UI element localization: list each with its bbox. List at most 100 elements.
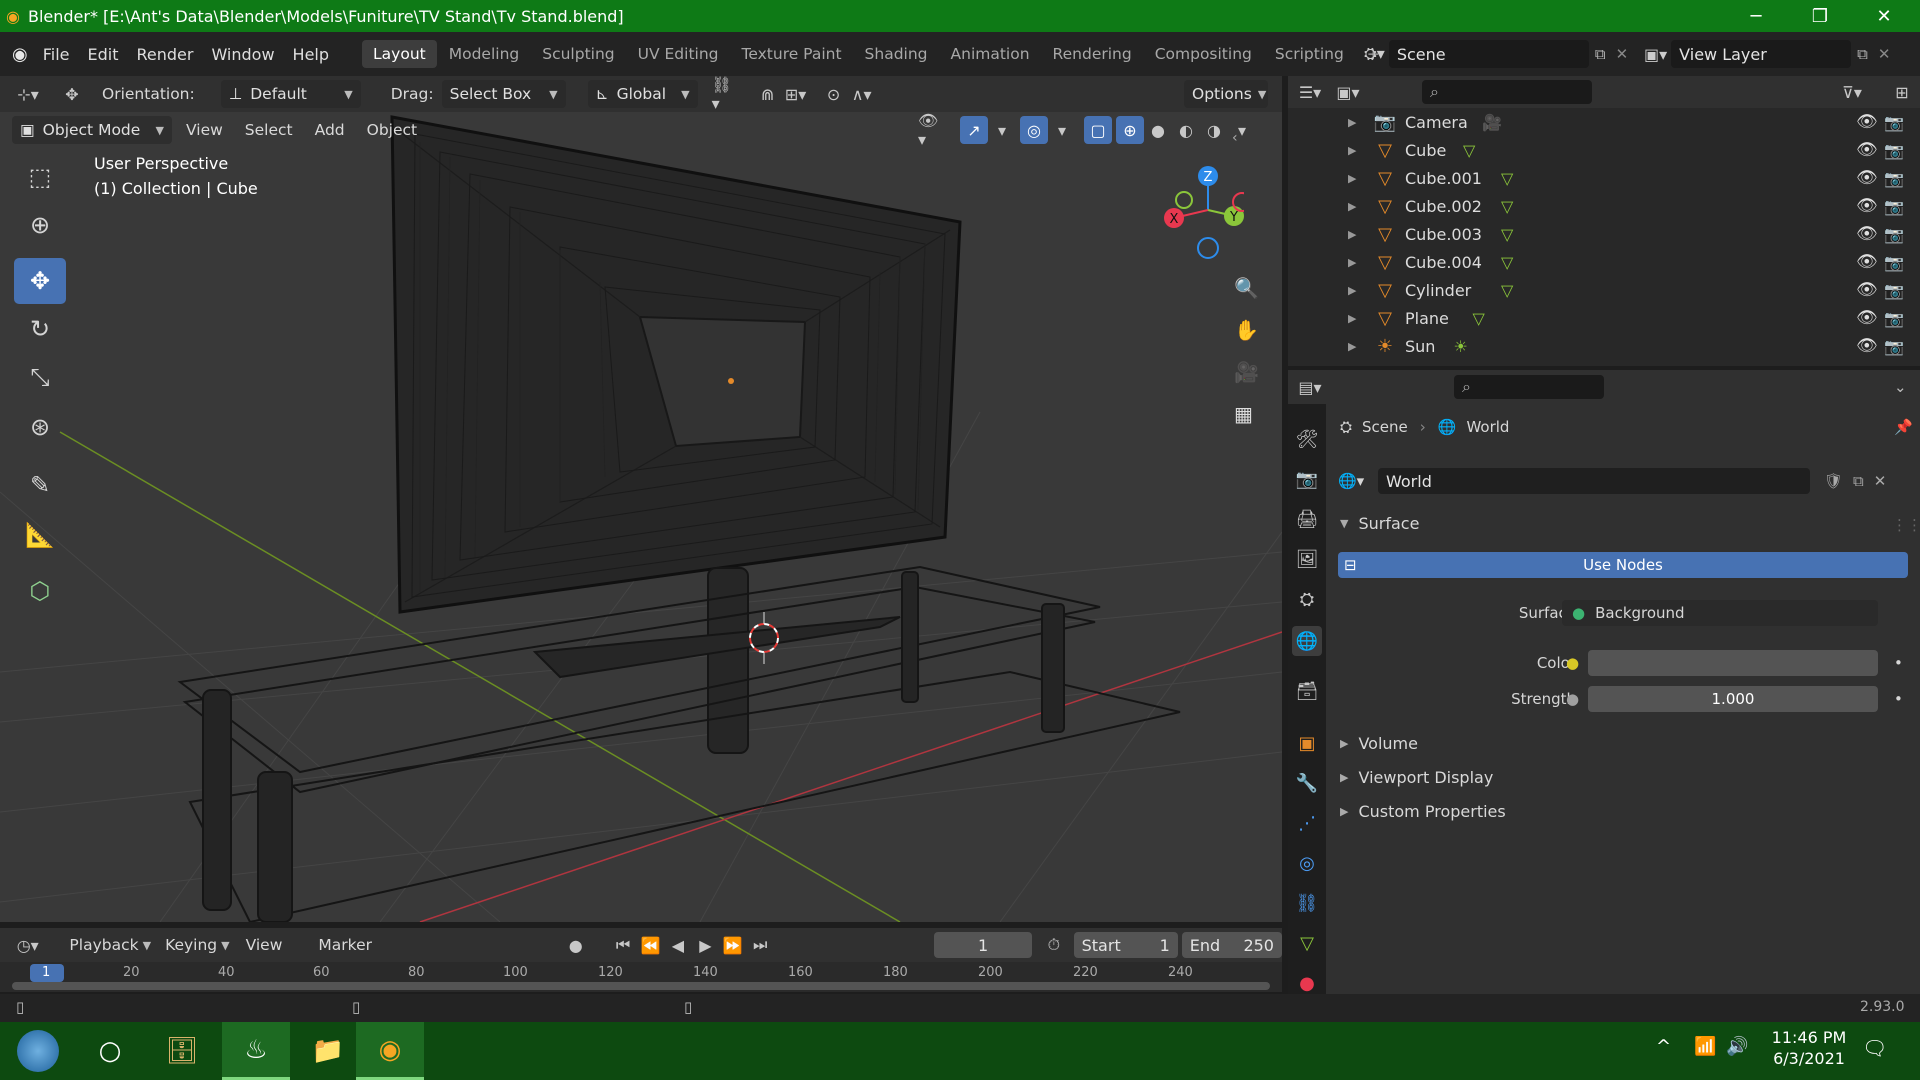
render-camera-icon[interactable]: 📷 <box>1884 225 1904 244</box>
tab-scripting[interactable]: Scripting <box>1264 40 1355 68</box>
transform-tool-icon[interactable]: ⊛ <box>14 404 66 450</box>
menu-file[interactable]: File <box>34 45 79 64</box>
menu-window[interactable]: Window <box>202 45 283 64</box>
clock[interactable]: 11:46 PM 6/3/2021 <box>1764 1028 1854 1068</box>
pivot-point-icon[interactable]: ⛓▾ <box>712 75 740 113</box>
outliner-item[interactable]: ▶ ▽ Plane 👁 📷 ▽ <box>1288 304 1920 332</box>
visibility-eye-icon[interactable]: 👁 <box>1856 196 1878 216</box>
outliner-search-input[interactable]: ⌕ <box>1422 80 1592 104</box>
viewport-menu-select[interactable]: Select <box>245 121 293 139</box>
overlays-dropdown-icon[interactable]: ▾ <box>1048 116 1076 144</box>
timeline-scrollbar[interactable] <box>12 982 1270 990</box>
tool-tab-icon[interactable]: 🛠 <box>1292 424 1322 454</box>
mesh-data-icon[interactable]: ▽ <box>1473 309 1485 328</box>
cursor-tool-icon[interactable]: ⊕ <box>14 202 66 248</box>
tab-animation[interactable]: Animation <box>940 40 1041 68</box>
view-layer-tab-icon[interactable]: 🖼 <box>1292 544 1322 574</box>
render-camera-icon[interactable]: 📷 <box>1884 113 1904 132</box>
drag-dropdown[interactable]: Select Box ▼ <box>441 80 566 108</box>
play-icon[interactable]: ▶ <box>692 931 719 959</box>
world-tab-icon[interactable]: 🌐 <box>1292 626 1322 656</box>
pin-icon[interactable]: 📌 <box>1894 418 1913 436</box>
perspective-grid-icon[interactable]: ▦ <box>1234 402 1253 426</box>
expand-arrow-icon[interactable]: ▶ <box>1348 312 1356 325</box>
mesh-data-icon[interactable]: ▽ <box>1501 225 1513 244</box>
mesh-data-icon[interactable]: ▽ <box>1501 281 1513 300</box>
mesh-data-icon[interactable]: ▽ <box>1501 169 1513 188</box>
expand-arrow-icon[interactable]: ▶ <box>1348 228 1356 241</box>
outliner-item[interactable]: ▶ ☀ Sun 👁 📷 ☀ <box>1288 332 1920 360</box>
new-collection-icon[interactable]: ⊞ <box>1888 78 1916 106</box>
outliner-item[interactable]: ▶ ▽ Cube 👁 📷 ▽ <box>1288 136 1920 164</box>
scene-name-field[interactable]: Scene <box>1388 40 1589 68</box>
volume-panel-header[interactable]: ▶ Volume <box>1340 734 1418 753</box>
modifier-tab-icon[interactable]: 🔧 <box>1292 768 1322 798</box>
filter-icon[interactable]: ⊽▾ <box>1838 78 1866 106</box>
properties-options-icon[interactable]: ⌄ <box>1894 378 1907 396</box>
viewport-display-panel-header[interactable]: ▶ Viewport Display <box>1340 768 1493 787</box>
auto-keying-icon[interactable]: ● <box>562 931 589 959</box>
material-shading-icon[interactable]: ◐ <box>1172 116 1200 144</box>
visibility-eye-icon[interactable]: 👁 <box>1856 168 1878 188</box>
overlays-toggle-icon[interactable]: ◎ <box>1020 116 1048 144</box>
collection-tab-icon[interactable]: 🗃 <box>1292 676 1322 706</box>
start-frame-field[interactable]: Start 1 <box>1073 932 1178 958</box>
wireframe-shading-icon[interactable]: ⊕ <box>1116 116 1144 144</box>
preview-range-icon[interactable]: ⏱ <box>1040 931 1067 959</box>
falloff-icon[interactable]: ∧▾ <box>848 80 876 108</box>
color-keyframe-icon[interactable]: • <box>1894 654 1903 672</box>
minimize-button[interactable]: ─ <box>1726 0 1786 32</box>
render-camera-icon[interactable]: 📷 <box>1884 253 1904 272</box>
viewport-menu-add[interactable]: Add <box>315 121 345 139</box>
delete-view-layer-icon[interactable]: ✕ <box>1878 45 1891 63</box>
tab-uv-editing[interactable]: UV Editing <box>627 40 730 68</box>
render-camera-icon[interactable]: 📷 <box>1884 197 1904 216</box>
surface-panel-header[interactable]: ▼ Surface <box>1340 514 1419 533</box>
close-button[interactable]: ✕ <box>1854 0 1914 32</box>
transform-orientation-dropdown[interactable]: ⊾ Global ▼ <box>587 80 698 108</box>
options-dropdown[interactable]: Options ▼ <box>1184 80 1268 108</box>
timeline-menu-keying[interactable]: Keying <box>165 936 217 954</box>
visibility-eye-icon[interactable]: 👁 <box>1856 224 1878 244</box>
rendered-shading-icon[interactable]: ◑ <box>1200 116 1228 144</box>
expand-arrow-icon[interactable]: ▶ <box>1348 116 1356 129</box>
viewport-menu-view[interactable]: View <box>186 121 223 139</box>
gizmo-dropdown-icon[interactable]: ▾ <box>988 116 1016 144</box>
expand-arrow-icon[interactable]: ▶ <box>1348 284 1356 297</box>
custom-properties-panel-header[interactable]: ▶ Custom Properties <box>1340 802 1506 821</box>
visibility-eye-icon[interactable]: 👁 <box>1856 308 1878 328</box>
fake-user-icon[interactable]: 🛡 <box>1824 472 1843 490</box>
outliner-item[interactable]: ▶ ▽ Cylinder 👁 📷 ▽ <box>1288 276 1920 304</box>
network-icon[interactable]: 📶 <box>1694 1036 1716 1057</box>
physics-tab-icon[interactable]: ◎ <box>1292 848 1322 878</box>
tab-shading[interactable]: Shading <box>854 40 939 68</box>
snap-icon[interactable]: ⋒ <box>754 80 782 108</box>
visibility-eye-icon[interactable]: 👁 <box>1856 112 1878 132</box>
render-camera-icon[interactable]: 📷 <box>1884 169 1904 188</box>
gizmo-toggle-icon[interactable]: ↗ <box>960 116 988 144</box>
camera-view-icon[interactable]: 🎥 <box>1234 360 1259 384</box>
render-camera-icon[interactable]: 📷 <box>1884 337 1904 356</box>
camera-data-icon[interactable]: 🎥 <box>1482 113 1502 132</box>
display-mode-icon[interactable]: ▣▾ <box>1334 78 1362 106</box>
new-view-layer-icon[interactable]: ⧉ <box>1857 45 1868 63</box>
prev-keyframe-icon[interactable]: ⏪ <box>637 931 664 959</box>
world-name-field[interactable]: World <box>1378 468 1810 494</box>
world-browse-icon[interactable]: 🌐▾ <box>1338 472 1378 490</box>
sidebar-toggle-icon[interactable]: ‹ <box>1232 130 1238 146</box>
search-circle-icon[interactable]: ○ <box>76 1022 144 1080</box>
particles-tab-icon[interactable]: ⋰ <box>1292 808 1322 838</box>
end-frame-field[interactable]: End 250 <box>1181 932 1282 958</box>
strength-field[interactable]: 1.000 <box>1588 686 1878 712</box>
editor-type-icon[interactable]: ⊹▾ <box>14 80 42 108</box>
viewport-menu-object[interactable]: Object <box>367 121 417 139</box>
render-tab-icon[interactable]: 📷 <box>1292 464 1322 494</box>
measure-tool-icon[interactable]: 📐 <box>14 512 66 558</box>
timeline-ruler[interactable]: 1 20 40 60 80 100 120 140 160 180 200 220 240 <box>0 962 1282 992</box>
mesh-data-icon[interactable]: ▽ <box>1501 253 1513 272</box>
annotate-tool-icon[interactable]: ✎ <box>14 462 66 508</box>
blender-taskbar-icon[interactable]: ◉ <box>356 1022 424 1080</box>
constraints-tab-icon[interactable]: ⛓ <box>1292 888 1322 918</box>
timeline-menu-view[interactable]: View <box>246 936 283 954</box>
light-data-icon[interactable]: ☀ <box>1454 337 1468 356</box>
